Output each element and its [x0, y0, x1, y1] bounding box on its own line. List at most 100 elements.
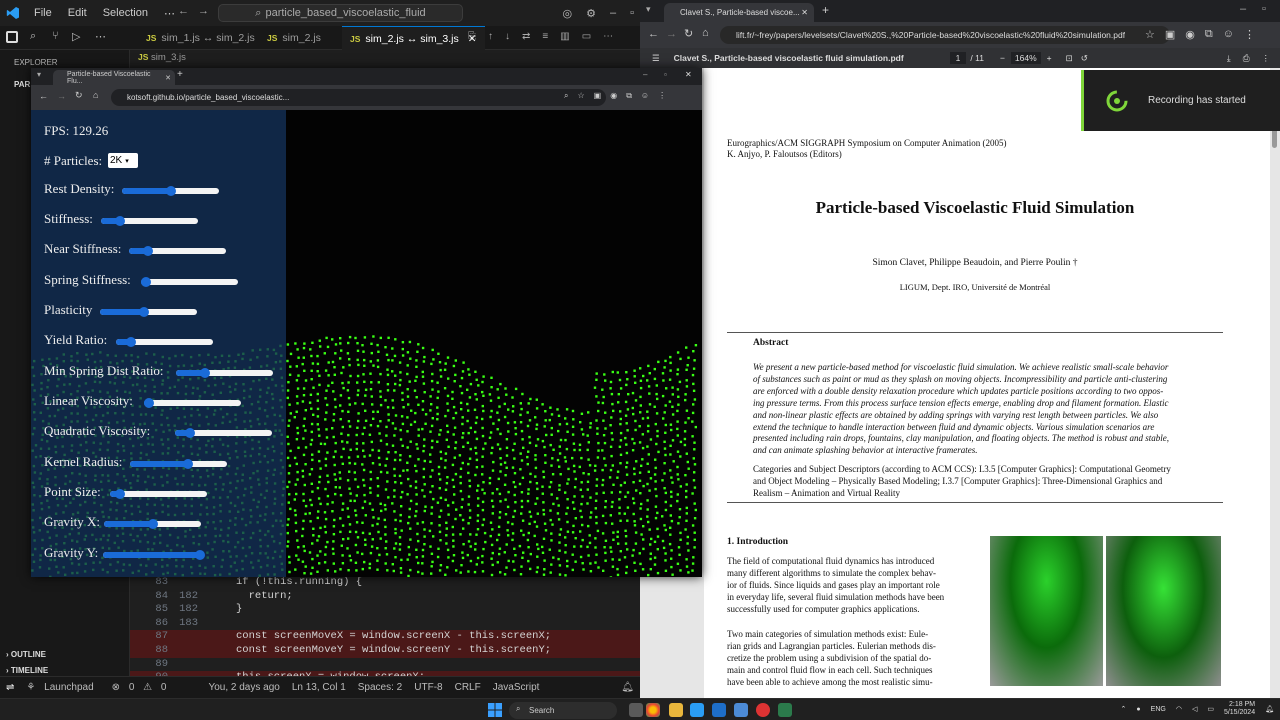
slider[interactable] — [101, 216, 198, 226]
slider-knob[interactable] — [138, 307, 149, 317]
keyboard-lang[interactable]: ENG — [1151, 706, 1166, 713]
slider[interactable] — [104, 519, 201, 529]
pdf-viewport[interactable]: Eurographics/ACM SIGGRAPH Symposium on C… — [640, 68, 1280, 698]
extension2-icon[interactable]: ◉ — [610, 91, 617, 101]
vscode-taskbar-icon[interactable] — [690, 703, 704, 717]
back-arrow-icon[interactable]: ← — [648, 28, 659, 40]
slider-knob[interactable] — [195, 550, 205, 560]
download-icon[interactable]: ⤓ — [1227, 53, 1231, 64]
tab-sim1-sim2[interactable]: JS sim_1.js ↔ sim_2.js — [138, 26, 263, 50]
slider[interactable] — [129, 246, 226, 256]
settings-icon[interactable] — [734, 703, 748, 717]
source-control-icon[interactable]: ⑂ — [52, 30, 59, 42]
home-icon[interactable]: ⌂ — [93, 90, 98, 100]
code-line[interactable]: 87 const screenMoveX = window.screenX - t… — [130, 630, 640, 645]
url-field[interactable]: lift.fr/~frey/papers/levelsets/Clavet%20… — [720, 26, 1170, 44]
slider[interactable] — [143, 398, 241, 408]
volume-icon[interactable]: ◁ — [1192, 705, 1197, 713]
bookmark-star-icon[interactable]: ☆ — [577, 91, 584, 101]
bell-icon[interactable]: 🔔︎ — [615, 682, 640, 693]
scrollbar-thumb[interactable] — [1272, 128, 1277, 148]
back-arrow-icon[interactable]: ← — [39, 91, 48, 101]
menu-icon[interactable]: ⋮ — [658, 91, 666, 101]
slider-knob[interactable] — [165, 186, 176, 196]
extensions-icon[interactable]: ⧉ — [626, 91, 632, 101]
zoom-level[interactable]: 164% — [1010, 52, 1041, 64]
minimize-icon[interactable]: – — [1240, 3, 1246, 15]
forward-arrow-icon[interactable]: → — [198, 5, 209, 17]
windows-start-icon[interactable] — [488, 703, 502, 717]
recorder-icon[interactable] — [756, 703, 770, 717]
account-icon[interactable]: ◎ — [562, 7, 572, 20]
slider[interactable] — [122, 186, 219, 196]
zoom-in-icon[interactable]: + — [1047, 53, 1052, 63]
reload-icon[interactable]: ↻ — [75, 90, 83, 101]
slider[interactable] — [110, 489, 207, 499]
swap-icon[interactable]: ⇄ — [522, 31, 530, 42]
command-center-search[interactable]: ⌕ particle_based_viscoelastic_fluid — [218, 4, 463, 22]
previous-change-icon[interactable]: ↑ — [488, 31, 493, 42]
outline-section[interactable]: › OUTLINE — [6, 650, 46, 659]
menu-icon[interactable]: ⋮ — [1244, 28, 1255, 41]
maximize-icon[interactable]: ▫ — [1262, 3, 1266, 15]
forward-arrow-icon[interactable]: → — [57, 91, 66, 101]
more-icon[interactable]: ⋯ — [95, 30, 106, 43]
app-icon[interactable] — [712, 703, 726, 717]
menu-edit[interactable]: Edit — [60, 7, 95, 19]
next-change-icon[interactable]: ↓ — [505, 31, 510, 42]
gear-icon[interactable]: ⚙ — [586, 7, 596, 20]
code-line[interactable]: 88 const screenMoveY = window.screenY - t… — [130, 644, 640, 658]
slider[interactable] — [176, 368, 273, 378]
tab-simulation[interactable]: Particle-based Viscoelastic Flu... ✕ — [53, 70, 175, 85]
launchpad-item[interactable]: ⚘ Launchpad — [20, 682, 105, 693]
back-arrow-icon[interactable]: ← — [178, 5, 189, 17]
reload-icon[interactable]: ↻ — [684, 27, 693, 40]
slider[interactable] — [130, 459, 227, 469]
close-window-icon[interactable]: ✕ — [685, 70, 692, 79]
slider-knob[interactable] — [114, 489, 125, 499]
close-icon[interactable]: ✕ — [801, 8, 808, 17]
bookmark-star-icon[interactable]: ☆ — [1145, 28, 1155, 41]
maximize-icon[interactable]: ▫ — [664, 70, 667, 79]
hamburger-icon[interactable]: ☰ — [652, 53, 660, 64]
extension-icon[interactable]: ▣ — [594, 91, 602, 101]
new-tab-icon[interactable]: + — [822, 3, 829, 17]
files-icon[interactable] — [6, 31, 18, 43]
taskbar-search[interactable]: ⌕ Search — [509, 702, 617, 719]
fit-page-icon[interactable]: ⊡ — [1066, 53, 1073, 64]
battery-icon[interactable]: ▭ — [1207, 705, 1214, 713]
slider-knob[interactable] — [183, 459, 194, 469]
print-icon[interactable]: ⎙ — [1243, 53, 1250, 64]
tab-search-icon[interactable]: ▾ — [37, 70, 41, 79]
slider[interactable] — [140, 277, 238, 287]
zoom-out-icon[interactable]: − — [1000, 53, 1005, 63]
code-line[interactable]: 85 182} — [130, 603, 640, 617]
minimize-icon[interactable]: – — [610, 7, 616, 19]
slider[interactable] — [175, 428, 272, 438]
remote-icon[interactable]: ⇌ — [0, 682, 20, 693]
slider-knob[interactable] — [140, 277, 151, 287]
slider-knob[interactable] — [200, 368, 211, 378]
forward-arrow-icon[interactable]: → — [666, 28, 677, 40]
slider-knob[interactable] — [143, 398, 154, 408]
file-explorer-icon[interactable] — [669, 703, 683, 717]
problems-item[interactable]: ⊗ 0 ⚠ 0 — [106, 682, 179, 693]
zoom-icon[interactable]: ⌕ — [564, 91, 568, 101]
code-line[interactable]: 86 183 — [130, 617, 640, 631]
home-icon[interactable]: ⌂ — [702, 27, 709, 39]
clock[interactable]: 2:18 PM 5/15/2024 — [1224, 701, 1255, 717]
extensions-icon[interactable]: ⧉ — [1205, 28, 1213, 41]
slider[interactable] — [103, 550, 205, 560]
profile-icon[interactable]: ☺ — [641, 91, 649, 101]
slider[interactable] — [116, 337, 213, 347]
code-line[interactable]: 83 if (!this.running) { — [130, 576, 640, 590]
extension-icon[interactable]: ▣ — [1165, 28, 1175, 41]
slider-knob[interactable] — [184, 428, 195, 438]
encoding[interactable]: UTF-8 — [408, 682, 448, 693]
slider-knob[interactable] — [125, 337, 136, 347]
tree-root[interactable]: PAR — [14, 80, 30, 89]
new-tab-icon[interactable]: + — [177, 69, 183, 80]
particles-select[interactable]: 2K ▾ — [108, 153, 138, 168]
tab-search-icon[interactable]: ▾ — [646, 4, 651, 15]
notification-bell-icon[interactable]: 🔔︎ — [1265, 705, 1274, 713]
